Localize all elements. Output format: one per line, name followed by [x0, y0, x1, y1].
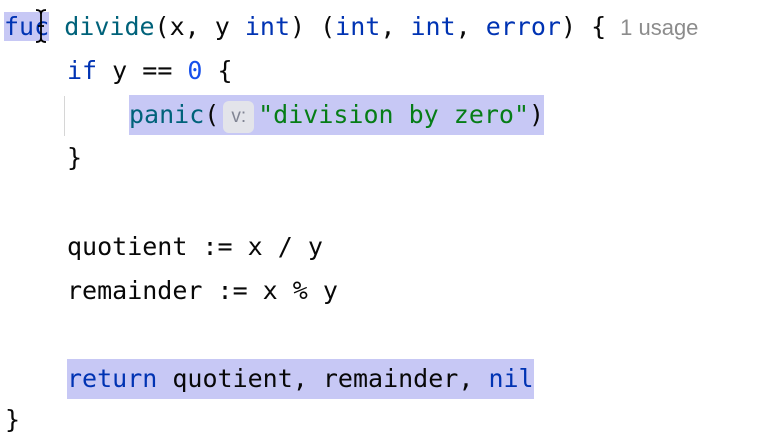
- type-int: int: [244, 12, 291, 41]
- code-line-1[interactable]: fu​c divide(x, y int) (int, int, error) …: [4, 7, 698, 47]
- return-values: quotient, remainder,: [157, 364, 489, 393]
- keyword-func-start: fu: [4, 12, 35, 41]
- code-line-6[interactable]: quotient := x / y: [67, 227, 323, 267]
- paren-open: (: [204, 100, 220, 129]
- code-editor[interactable]: fu​c divide(x, y int) (int, int, error) …: [0, 0, 776, 442]
- paren-close: ): [529, 100, 545, 129]
- type-int: int: [410, 12, 456, 41]
- number-literal: 0: [187, 56, 203, 85]
- keyword-nil: nil: [488, 364, 534, 393]
- indent-guide: [64, 96, 65, 136]
- code-line-4[interactable]: }: [67, 138, 82, 178]
- function-name: divide: [64, 12, 155, 41]
- statement-quotient: quotient := x / y: [67, 232, 323, 261]
- func-keyword-highlight: fu​: [4, 12, 35, 41]
- type-int: int: [335, 12, 381, 41]
- parameter-hint-inlay[interactable]: v:: [223, 101, 255, 133]
- code-line-7[interactable]: remainder := x % y: [67, 271, 338, 311]
- punct: ,: [455, 12, 486, 41]
- punct: ) {: [560, 12, 607, 41]
- punct: ,: [380, 12, 411, 41]
- brace: }: [5, 405, 21, 434]
- text-cursor-icon: [35, 9, 47, 43]
- type-error: error: [485, 12, 561, 41]
- params: (x, y: [154, 12, 245, 41]
- condition: y ==: [97, 56, 188, 85]
- return-statement-highlight: return quotient, remainder, nil: [67, 359, 534, 399]
- brace: }: [67, 143, 83, 172]
- keyword-return: return: [67, 364, 158, 393]
- code-line-3[interactable]: panic(v: "division by zero"): [129, 95, 545, 135]
- function-panic: panic: [129, 100, 205, 129]
- code-line-2[interactable]: if y == 0 {: [67, 51, 233, 91]
- keyword-if: if: [67, 56, 98, 85]
- punct: ) (: [290, 12, 336, 41]
- code-line-9[interactable]: return quotient, remainder, nil: [67, 359, 534, 399]
- statement-remainder: remainder := x % y: [67, 276, 338, 305]
- usage-hint-link[interactable]: 1 usage: [620, 15, 698, 40]
- code-line-10[interactable]: }: [5, 400, 20, 440]
- brace: {: [202, 56, 233, 85]
- panic-call-highlight: panic(v: "division by zero"): [129, 95, 545, 135]
- string-literal: "division by zero": [258, 100, 530, 129]
